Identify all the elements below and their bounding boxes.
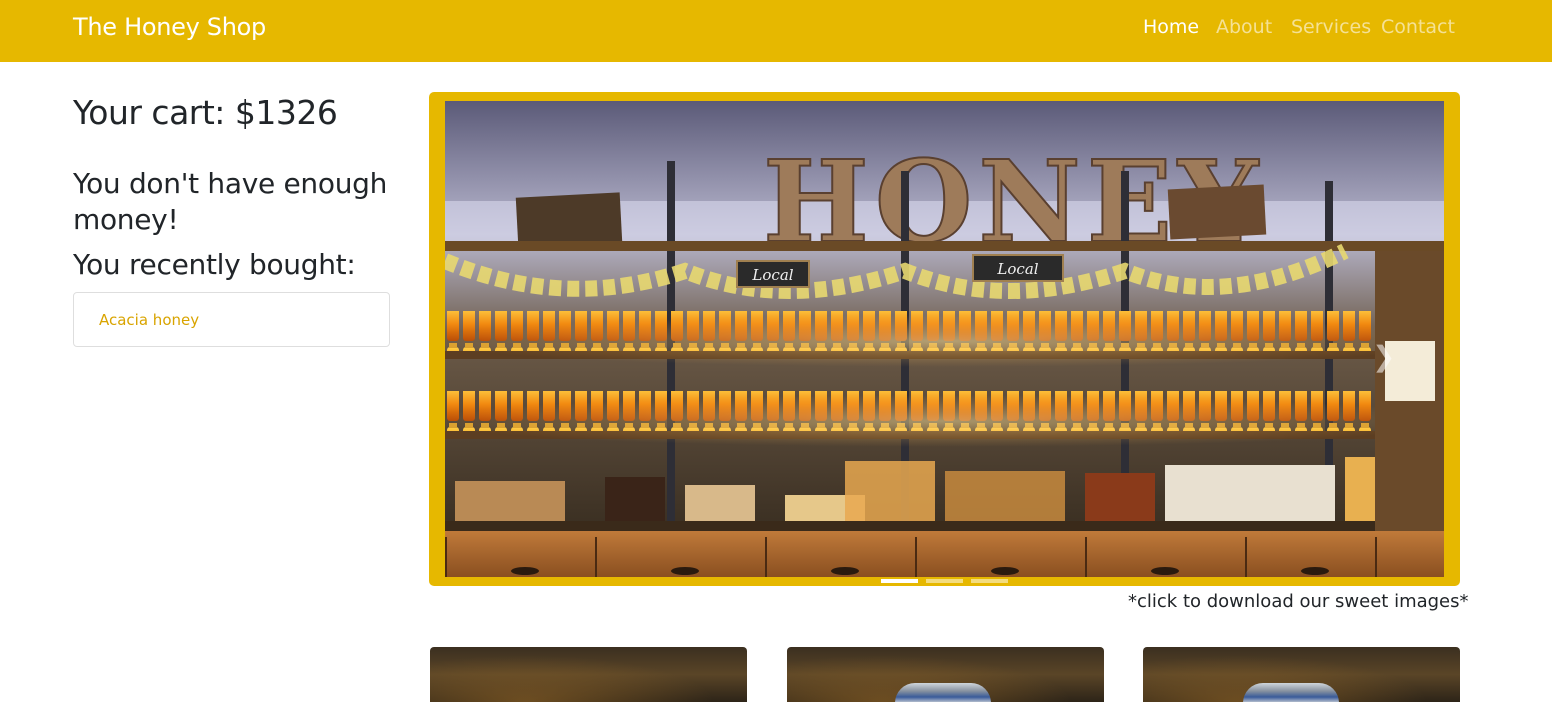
image-carousel[interactable]: HONEY Local Local (429, 92, 1460, 586)
carousel-caption[interactable]: *click to download our sweet images* (1128, 591, 1469, 612)
product-card[interactable] (430, 647, 747, 702)
nav-home[interactable]: Home (1143, 16, 1199, 38)
product-card[interactable] (1143, 647, 1460, 702)
svg-text:Local: Local (996, 260, 1038, 278)
insufficient-funds-message: You don't have enough money! (73, 167, 388, 236)
carousel-indicator-1[interactable] (881, 579, 918, 583)
list-item[interactable]: Acacia honey (99, 311, 199, 329)
product-card[interactable] (787, 647, 1104, 702)
brand-link[interactable]: The Honey Shop (73, 13, 266, 41)
navbar: The Honey Shop Home About Services Conta… (0, 0, 1552, 62)
carousel-indicator-3[interactable] (971, 579, 1008, 583)
nav-about[interactable]: About (1216, 16, 1272, 38)
honey-jar-image (1243, 683, 1339, 702)
recent-purchases-list: Acacia honey (73, 292, 390, 347)
recent-purchases-heading: You recently bought: (73, 248, 356, 281)
nav-services[interactable]: Services (1291, 16, 1371, 38)
card-image (430, 647, 747, 702)
chevron-right-icon[interactable]: ❯ (1372, 340, 1395, 373)
carousel-indicator-2[interactable] (926, 579, 963, 583)
honey-jar-image (895, 683, 991, 702)
cart-total: Your cart: $1326 (73, 93, 338, 132)
svg-text:Local: Local (751, 266, 793, 284)
honey-shop-photo[interactable]: HONEY Local Local (445, 101, 1444, 577)
nav-contact[interactable]: Contact (1381, 16, 1455, 38)
